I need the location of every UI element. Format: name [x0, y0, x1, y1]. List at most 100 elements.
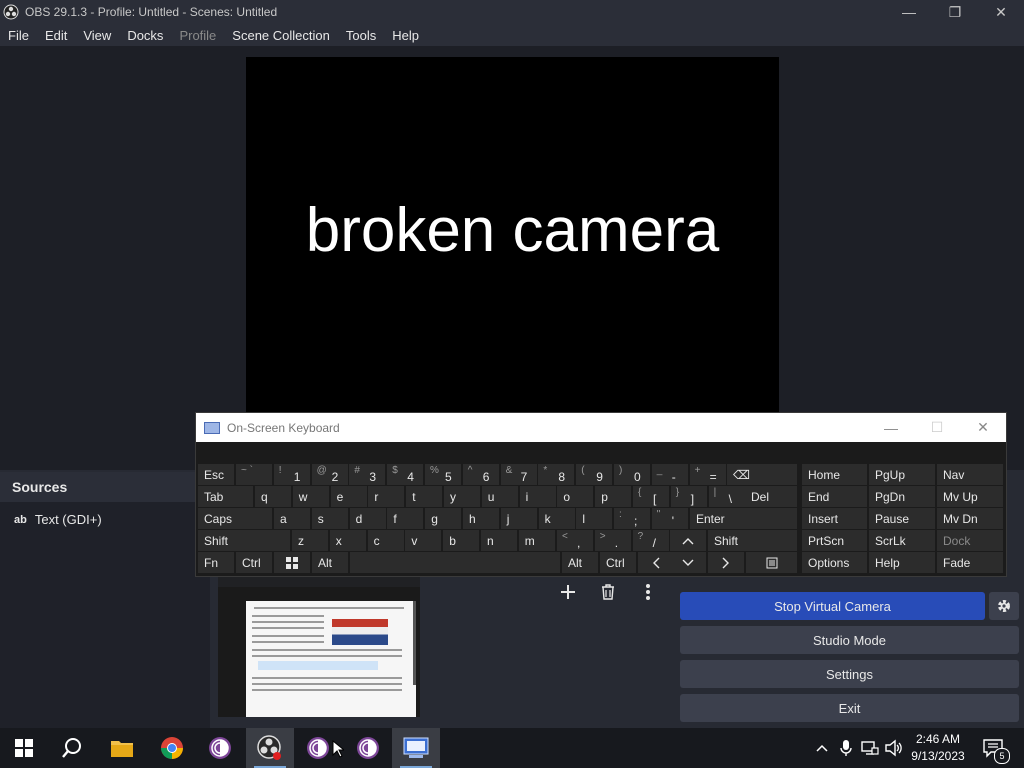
key-e[interactable]: e: [330, 486, 367, 507]
menu-scene-collection[interactable]: Scene Collection: [224, 28, 338, 43]
key-l[interactable]: l: [576, 508, 613, 529]
source-item[interactable]: ab Text (GDI+): [14, 512, 102, 527]
key-num-8[interactable]: * 8: [538, 464, 575, 485]
key-home[interactable]: Home: [802, 464, 867, 485]
exit-button[interactable]: Exit: [680, 694, 1019, 722]
key-i[interactable]: i: [519, 486, 556, 507]
key-alt-right[interactable]: Alt: [562, 552, 598, 573]
key-mvup[interactable]: Mv Up: [937, 486, 1003, 507]
key-num-3[interactable]: #3: [349, 464, 386, 485]
key-arrow-down[interactable]: [670, 552, 706, 573]
key-z[interactable]: z: [292, 530, 328, 551]
microphone-tray[interactable]: [838, 738, 854, 763]
key-o[interactable]: o: [557, 486, 594, 507]
key-a-extra-1[interactable]: " ': [651, 508, 688, 529]
key-fade[interactable]: Fade: [937, 552, 1003, 573]
menu-help[interactable]: Help: [384, 28, 427, 43]
key-d[interactable]: d: [349, 508, 386, 529]
key-arrow-up[interactable]: [670, 530, 706, 551]
taskbar-tor-browser-3[interactable]: [344, 728, 392, 768]
key-z-extra-2[interactable]: ? /: [632, 530, 669, 551]
key-k[interactable]: k: [538, 508, 575, 529]
key-arrow-left[interactable]: [638, 552, 674, 573]
key-w[interactable]: w: [292, 486, 329, 507]
show-hidden-icons-button[interactable]: [814, 738, 830, 763]
studio-mode-button[interactable]: Studio Mode: [680, 626, 1019, 654]
key-t[interactable]: t: [406, 486, 443, 507]
key-s[interactable]: s: [311, 508, 348, 529]
key-ctrl-left[interactable]: Ctrl: [236, 552, 272, 573]
osk-minimize-button[interactable]: —: [868, 413, 914, 442]
key-pause[interactable]: Pause: [869, 508, 935, 529]
key-alt-left[interactable]: Alt: [312, 552, 348, 573]
minimize-button[interactable]: —: [886, 0, 932, 24]
key-num-7[interactable]: & 7: [500, 464, 537, 485]
start-button[interactable]: [0, 728, 48, 768]
search-button[interactable]: [48, 728, 96, 768]
key-z-extra-1[interactable]: >.: [594, 530, 631, 551]
key-c[interactable]: c: [367, 530, 404, 551]
key-num-9[interactable]: (9: [576, 464, 613, 485]
key-q-extra-1[interactable]: }]: [670, 486, 707, 507]
key-caps[interactable]: Caps: [198, 508, 272, 529]
menu-tools[interactable]: Tools: [338, 28, 384, 43]
key-v[interactable]: v: [405, 530, 442, 551]
menu-view[interactable]: View: [75, 28, 119, 43]
notifications-button[interactable]: 5: [982, 738, 1010, 764]
clock[interactable]: 2:46 AM 9/13/2023: [900, 731, 976, 765]
key-windows[interactable]: [274, 552, 310, 573]
remove-source-button[interactable]: [594, 580, 622, 604]
key-dock[interactable]: Dock: [937, 530, 1003, 551]
taskbar-obs[interactable]: [246, 728, 294, 768]
key-b[interactable]: b: [443, 530, 480, 551]
key-f[interactable]: f: [387, 508, 424, 529]
key-q-extra-0[interactable]: {[: [633, 486, 669, 507]
taskbar-chrome[interactable]: [148, 728, 196, 768]
key-u[interactable]: u: [481, 486, 518, 507]
key-end[interactable]: End: [802, 486, 867, 507]
key-enter[interactable]: Enter: [690, 508, 797, 529]
taskbar-on-screen-keyboard[interactable]: [392, 728, 440, 768]
key-help[interactable]: Help: [869, 552, 935, 573]
key-pgdn[interactable]: PgDn: [869, 486, 935, 507]
key-num-2[interactable]: @2: [311, 464, 348, 485]
key-prtscn[interactable]: PrtScn: [802, 530, 867, 551]
key-num-0[interactable]: ~ `: [236, 464, 272, 485]
key-q-extra-2[interactable]: | \: [708, 486, 745, 507]
osk-maximize-button[interactable]: ☐: [914, 413, 960, 442]
key-num-12[interactable]: + =: [689, 464, 726, 485]
key-num-4[interactable]: $4: [387, 464, 424, 485]
key-shift-right[interactable]: Shift: [708, 530, 797, 551]
key-num-1[interactable]: ! 1: [273, 464, 310, 485]
key-m[interactable]: m: [518, 530, 555, 551]
key-backspace[interactable]: ⌫: [727, 464, 797, 485]
key-x[interactable]: x: [329, 530, 366, 551]
stop-virtual-camera-button[interactable]: Stop Virtual Camera: [680, 592, 985, 620]
key-n[interactable]: n: [481, 530, 517, 551]
taskbar-tor-browser[interactable]: [196, 728, 244, 768]
program-preview[interactable]: broken camera: [246, 57, 779, 414]
key-arrow-right[interactable]: [708, 552, 744, 573]
key-q[interactable]: q: [255, 486, 291, 507]
close-button[interactable]: ✕: [978, 0, 1024, 24]
key-num-6[interactable]: ^ 6: [462, 464, 499, 485]
key-insert[interactable]: Insert: [802, 508, 867, 529]
add-source-button[interactable]: [554, 580, 582, 604]
key-esc[interactable]: Esc: [198, 464, 234, 485]
network-tray[interactable]: [860, 738, 880, 763]
key-h[interactable]: h: [463, 508, 499, 529]
virtual-camera-settings-button[interactable]: [989, 592, 1019, 620]
key-fn[interactable]: Fn: [198, 552, 234, 573]
key-ctrl-right[interactable]: Ctrl: [600, 552, 636, 573]
key-shift-left[interactable]: Shift: [198, 530, 290, 551]
key-p[interactable]: p: [595, 486, 632, 507]
source-properties-button[interactable]: [634, 580, 662, 604]
menu-profile[interactable]: Profile: [171, 28, 224, 43]
osk-close-button[interactable]: ✕: [960, 413, 1006, 442]
key-r[interactable]: r: [368, 486, 405, 507]
key-scrlk[interactable]: ScrLk: [869, 530, 935, 551]
key-y[interactable]: y: [444, 486, 480, 507]
key-space[interactable]: [350, 552, 560, 573]
key-pgup[interactable]: PgUp: [869, 464, 935, 485]
key-mvdn[interactable]: Mv Dn: [937, 508, 1003, 529]
